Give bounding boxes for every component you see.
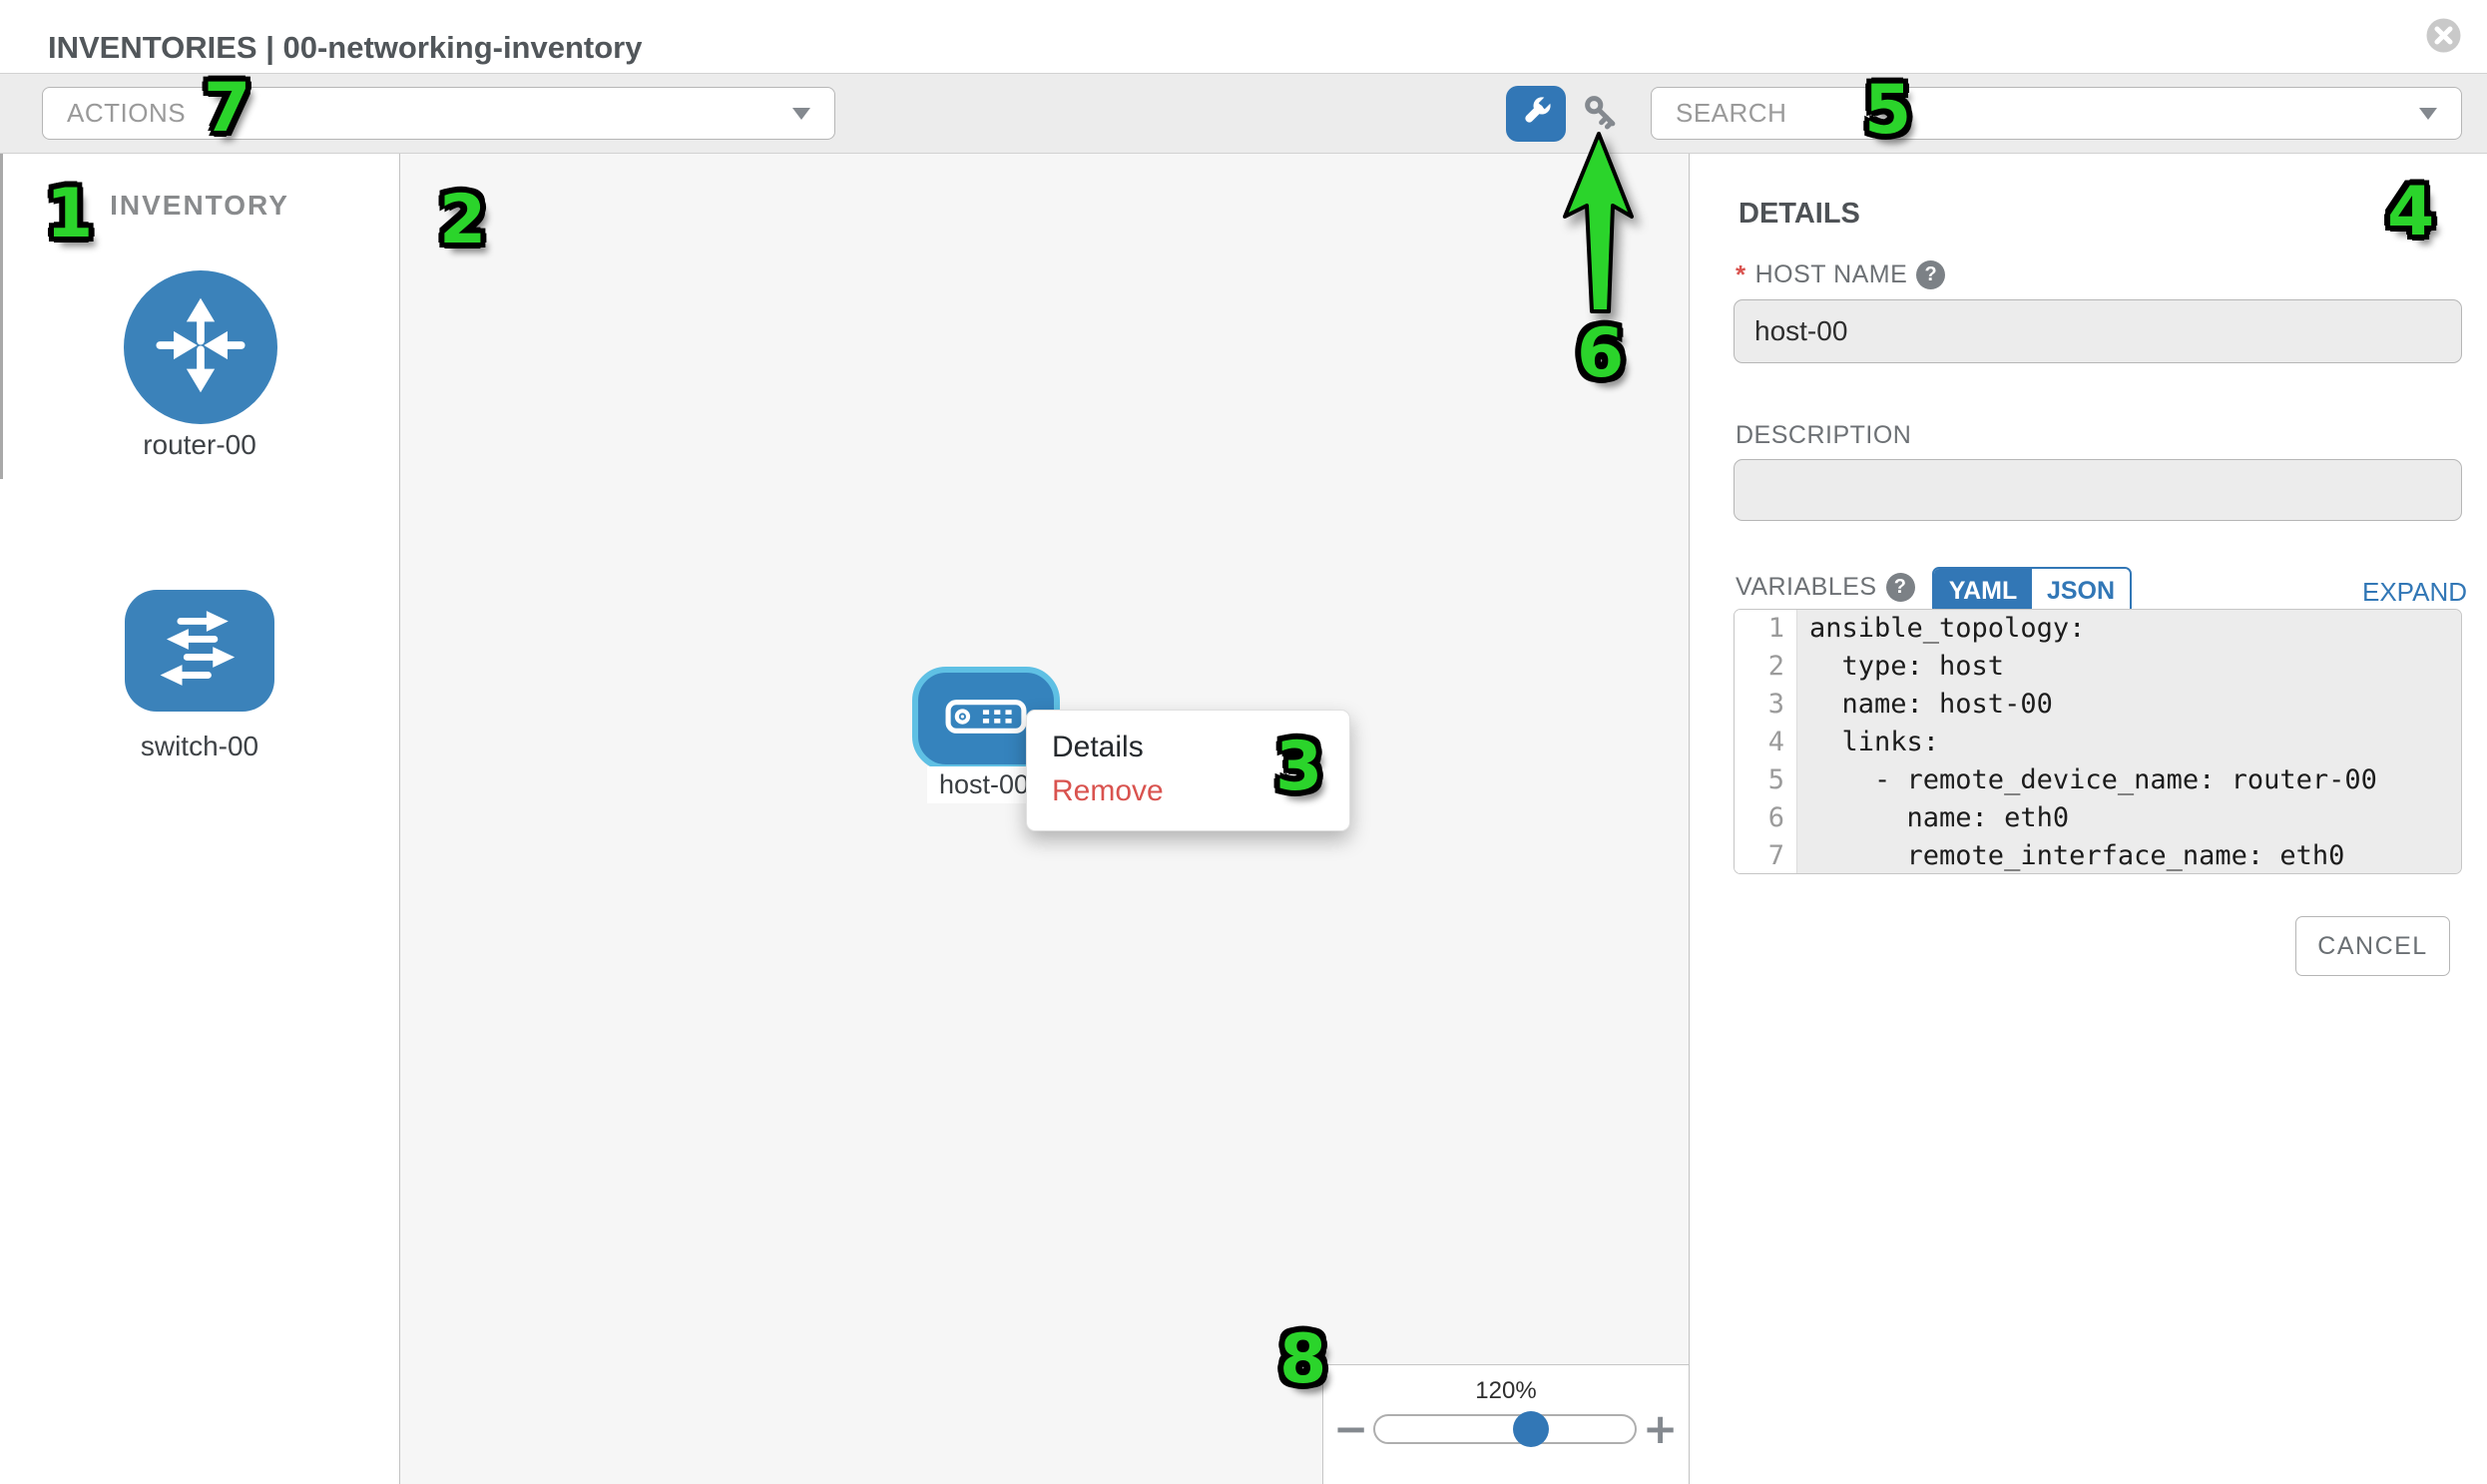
description-label: DESCRIPTION (1736, 421, 1911, 450)
json-toggle-button[interactable]: JSON (2032, 569, 2130, 613)
inventory-sidebar: INVENTORY router-00 (0, 154, 400, 1484)
router-icon (146, 290, 255, 405)
host-icon (945, 699, 1027, 740)
variables-label: VARIABLES ? (1736, 573, 1915, 602)
annotation-5: 5 (1864, 78, 1911, 144)
editor-line: 1ansible_topology: (1735, 610, 2461, 648)
variables-editor[interactable]: 1ansible_topology: 2 type: host 3 name: … (1734, 609, 2462, 874)
editor-line: 2 type: host (1735, 648, 2461, 686)
header: INVENTORIES | 00-networking-inventory (0, 0, 2487, 73)
search-dropdown[interactable]: SEARCH (1651, 87, 2462, 140)
actions-dropdown-label: ACTIONS (67, 98, 186, 129)
annotation-1: 1 (46, 182, 93, 247)
router-label: router-00 (0, 429, 399, 461)
zoom-control: 120% − + (1322, 1364, 1689, 1484)
editor-line: 4 links: (1735, 724, 2461, 761)
help-icon[interactable]: ? (1916, 260, 1945, 289)
zoom-out-button[interactable]: − (1333, 1411, 1367, 1447)
annotation-3: 3 (1275, 735, 1322, 800)
annotation-6: 6 (1577, 321, 1624, 387)
editor-line: 3 name: host-00 (1735, 686, 2461, 724)
description-input[interactable] (1734, 459, 2462, 521)
editor-line: 6 name: eth0 (1735, 799, 2461, 837)
search-dropdown-label: SEARCH (1676, 98, 1786, 129)
zoom-in-button[interactable]: + (1643, 1411, 1677, 1447)
chevron-down-icon (792, 108, 810, 120)
wrench-icon (1517, 93, 1555, 136)
details-heading: DETAILS (1739, 198, 1860, 231)
page-title: INVENTORIES | 00-networking-inventory (48, 30, 642, 66)
host-name-label: * HOST NAME ? (1736, 259, 1945, 290)
annotation-7: 7 (204, 76, 250, 142)
zoom-slider-thumb[interactable] (1513, 1411, 1549, 1447)
host-node-label: host-00 (927, 766, 1041, 803)
topology-canvas[interactable]: host-00 Details Remove 120% − + (400, 154, 1690, 1484)
annotation-8: 8 (1279, 1327, 1326, 1393)
yaml-toggle-button[interactable]: YAML (1934, 569, 2032, 613)
annotation-2: 2 (439, 188, 486, 253)
device-switch-00[interactable] (125, 590, 274, 712)
editor-line: 5 - remote_device_name: router-00 (1735, 761, 2461, 799)
host-name-input[interactable] (1734, 299, 2462, 363)
annotation-4: 4 (2387, 180, 2434, 246)
help-icon[interactable]: ? (1886, 573, 1915, 602)
close-icon[interactable] (2425, 17, 2462, 54)
details-panel: DETAILS * HOST NAME ? DESCRIPTION VARIAB… (1690, 154, 2487, 1484)
expand-link[interactable]: EXPAND (2362, 577, 2467, 608)
device-router-00[interactable] (124, 270, 277, 424)
zoom-percent: 120% (1323, 1377, 1689, 1405)
switch-icon (147, 607, 252, 696)
annotation-arrow-icon (1553, 122, 1649, 326)
switch-label: switch-00 (0, 731, 399, 762)
cancel-button[interactable]: CANCEL (2295, 916, 2450, 976)
required-marker: * (1736, 259, 1746, 290)
toolbar: ACTIONS (0, 73, 2487, 154)
zoom-slider[interactable] (1373, 1414, 1637, 1444)
editor-line: 7 remote_interface_name: eth0 (1735, 837, 2461, 874)
actions-dropdown[interactable]: ACTIONS (42, 87, 835, 140)
chevron-down-icon (2419, 108, 2437, 120)
inventory-topology-app: INVENTORIES | 00-networking-inventory AC… (0, 0, 2487, 1484)
variables-format-toggle: YAML JSON (1932, 567, 2132, 615)
